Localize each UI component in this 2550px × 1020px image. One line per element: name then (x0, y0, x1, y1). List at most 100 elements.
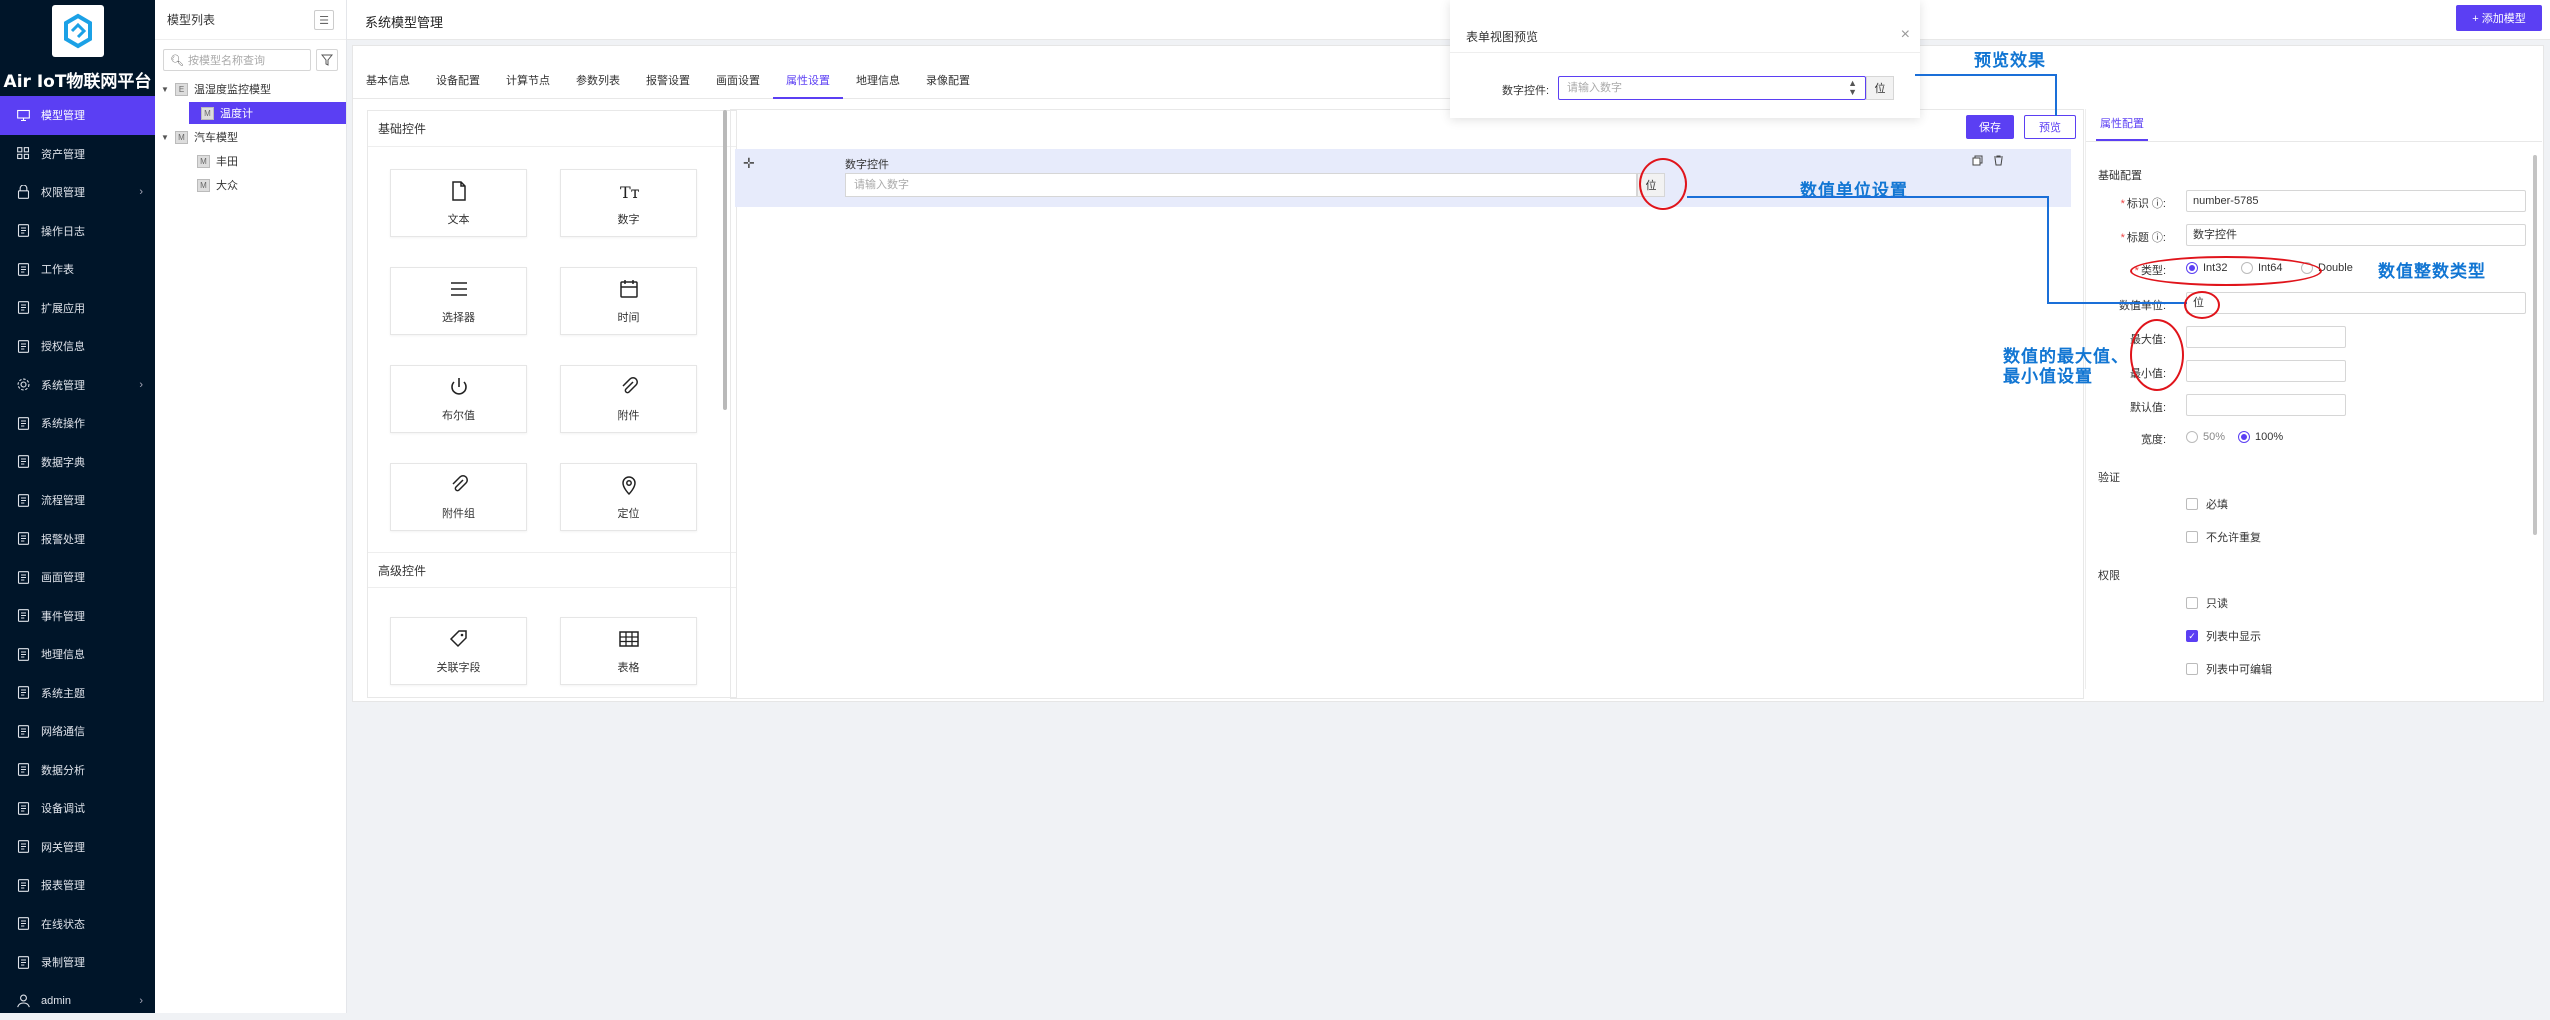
sidebar-item-3[interactable]: 操作日志 (0, 212, 155, 251)
sidebar-item-10[interactable]: 流程管理 (0, 481, 155, 520)
add-model-button[interactable]: + 添加模型 (2456, 5, 2542, 31)
save-button[interactable]: 保存 (1966, 115, 2014, 139)
sidebar-item-label: 报警处理 (41, 531, 85, 547)
control-tag[interactable]: 关联字段 (390, 617, 527, 685)
sidebar-item-7[interactable]: 系统管理› (0, 366, 155, 405)
sidebar-item-22[interactable]: 录制管理 (0, 943, 155, 982)
sidebar-item-19[interactable]: 网关管理 (0, 828, 155, 867)
annotation-ellipse-minmax (2130, 319, 2184, 391)
control-label: 表格 (618, 659, 640, 675)
sidebar-item-14[interactable]: 地理信息 (0, 635, 155, 674)
tab-3[interactable]: 参数列表 (563, 63, 633, 99)
sidebar-item-label: 事件管理 (41, 608, 85, 624)
paperclip-group-icon (448, 474, 470, 505)
tab-bar: 基本信息设备配置计算节点参数列表报警设置画面设置属性设置地理信息录像配置 (353, 63, 1453, 99)
analysis-icon (14, 761, 32, 779)
tab-0[interactable]: 基本信息 (353, 63, 423, 99)
checkbox-icon (2186, 531, 2198, 543)
id-field[interactable]: number-5785 (2186, 190, 2526, 212)
tree-node[interactable]: M 大众 (155, 174, 347, 196)
control-paperclip[interactable]: 附件 (560, 365, 697, 433)
theme-icon (14, 684, 32, 702)
sidebar-item-2[interactable]: 权限管理› (0, 173, 155, 212)
tree-node-label: 温湿度监控模型 (194, 81, 271, 97)
tab-7[interactable]: 地理信息 (843, 63, 913, 99)
title-field[interactable]: 数字控件 (2186, 224, 2526, 246)
sidebar-item-12[interactable]: 画面管理 (0, 558, 155, 597)
control-table[interactable]: 表格 (560, 617, 697, 685)
sidebar-item-8[interactable]: 系统操作 (0, 404, 155, 443)
readonly-checkbox[interactable]: 只读 (2186, 595, 2228, 611)
min-field[interactable] (2186, 360, 2346, 382)
modal-number-input[interactable]: 请输入数字 ▲▼ (1558, 76, 1866, 100)
tab-property-config[interactable]: 属性配置 (2096, 115, 2148, 141)
divider (1450, 52, 1920, 53)
tab-6[interactable]: 属性设置 (773, 63, 843, 99)
show-in-list-checkbox[interactable]: ✓列表中显示 (2186, 628, 2261, 644)
tree-node-selected[interactable]: M 温度计 (189, 102, 346, 124)
sidebar-item-1[interactable]: 资产管理 (0, 135, 155, 174)
no-duplicate-checkbox[interactable]: 不允许重复 (2186, 529, 2261, 545)
tree-menu-button[interactable]: ☰ (314, 10, 334, 30)
properties-scrollbar[interactable] (2533, 155, 2537, 535)
sidebar-item-0[interactable]: 模型管理 (0, 96, 155, 135)
sidebar-item-label: 报表管理 (41, 877, 85, 893)
delete-icon[interactable] (1993, 155, 2004, 169)
basic-config-section: 基础配置 (2098, 167, 2142, 183)
control-number-text[interactable]: Tт数字 (560, 169, 697, 237)
tab-1[interactable]: 设备配置 (423, 63, 493, 99)
close-icon[interactable]: × (1901, 26, 1910, 44)
checkbox-checked-icon: ✓ (2186, 630, 2198, 642)
required-checkbox[interactable]: 必填 (2186, 496, 2228, 512)
copy-icon[interactable] (1972, 155, 1983, 169)
sidebar-item-21[interactable]: 在线状态 (0, 905, 155, 944)
tree-node[interactable]: ▼ M 汽车模型 (155, 126, 347, 148)
width-100-radio[interactable]: 100% (2238, 431, 2283, 443)
preview-button[interactable]: 预览 (2024, 115, 2076, 139)
control-power[interactable]: 布尔值 (390, 365, 527, 433)
sidebar-item-20[interactable]: 报表管理 (0, 866, 155, 905)
radio-checked-icon (2238, 431, 2250, 443)
unit-field[interactable]: 位 (2186, 292, 2526, 314)
spinner-icon[interactable]: ▲▼ (1848, 79, 1857, 97)
tree-search-input[interactable]: 🔍︎ 按模型名称查询 (163, 49, 311, 71)
default-field[interactable] (2186, 394, 2346, 416)
control-location-pin[interactable]: 定位 (560, 463, 697, 531)
number-input[interactable]: 请输入数字 (845, 173, 1637, 197)
sidebar-item-17[interactable]: 数据分析 (0, 751, 155, 790)
palette-scrollbar[interactable] (723, 110, 727, 410)
sidebar-item-4[interactable]: 工作表 (0, 250, 155, 289)
sidebar-item-9[interactable]: 数据字典 (0, 443, 155, 482)
tree-node[interactable]: ▼ E 温湿度监控模型 (155, 78, 347, 100)
control-label: 选择器 (442, 309, 475, 325)
sidebar-item-23[interactable]: admin› (0, 982, 155, 1020)
sidebar-item-6[interactable]: 授权信息 (0, 327, 155, 366)
number-text-icon: Tт (618, 180, 640, 211)
sidebar-item-13[interactable]: 事件管理 (0, 597, 155, 636)
drag-handle-icon[interactable]: ✛ (743, 155, 755, 172)
caret-down-icon: ▼ (161, 133, 171, 142)
tab-4[interactable]: 报警设置 (633, 63, 703, 99)
tab-5[interactable]: 画面设置 (703, 63, 773, 99)
max-field[interactable] (2186, 326, 2346, 348)
sidebar-item-18[interactable]: 设备调试 (0, 789, 155, 828)
sidebar: Air IoT物联网平台 模型管理资产管理权限管理›操作日志工作表扩展应用授权信… (0, 0, 155, 1013)
control-file[interactable]: 文本 (390, 169, 527, 237)
annotation-ellipse-unit (1639, 158, 1687, 210)
checkbox-icon (2186, 498, 2198, 510)
tree-node[interactable]: M 丰田 (155, 150, 347, 172)
sidebar-item-15[interactable]: 系统主题 (0, 674, 155, 713)
filter-icon[interactable] (316, 49, 338, 71)
control-calendar[interactable]: 时间 (560, 267, 697, 335)
width-50-radio[interactable]: 50% (2186, 431, 2225, 443)
modal-field-label: 数字控件: (1502, 82, 1549, 98)
sidebar-item-11[interactable]: 报警处理 (0, 520, 155, 559)
editable-in-list-checkbox[interactable]: 列表中可编辑 (2186, 661, 2272, 677)
width-label: 宽度: (2086, 431, 2166, 447)
sidebar-item-16[interactable]: 网络通信 (0, 712, 155, 751)
control-list[interactable]: 选择器 (390, 267, 527, 335)
tab-8[interactable]: 录像配置 (913, 63, 983, 99)
sidebar-item-5[interactable]: 扩展应用 (0, 289, 155, 328)
control-paperclip-group[interactable]: 附件组 (390, 463, 527, 531)
tab-2[interactable]: 计算节点 (493, 63, 563, 99)
